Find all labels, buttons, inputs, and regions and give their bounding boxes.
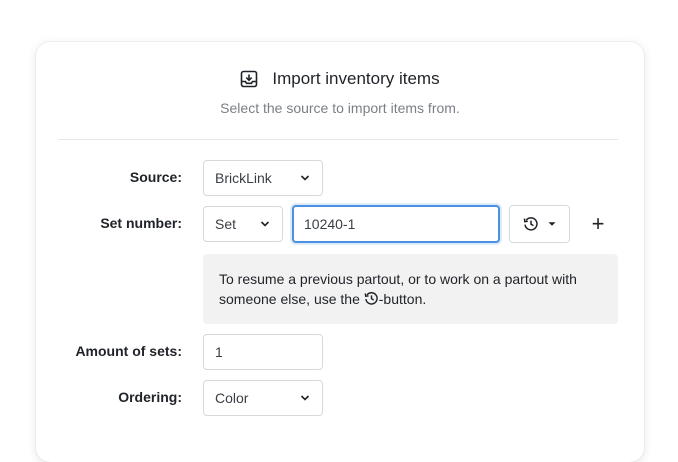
source-select[interactable]: BrickLink bbox=[203, 160, 323, 196]
ordering-select-value: Color bbox=[215, 390, 249, 406]
header-divider bbox=[58, 139, 618, 140]
import-dialog: Import inventory items Select the source… bbox=[36, 42, 644, 462]
set-number-label: Set number: bbox=[100, 215, 182, 231]
info-box: To resume a previous partout, or to work… bbox=[203, 254, 618, 324]
amount-of-sets-value: 1 bbox=[215, 344, 223, 360]
amount-of-sets-input[interactable]: 1 bbox=[203, 334, 323, 370]
chevron-down-icon bbox=[260, 221, 270, 227]
import-tray-icon bbox=[241, 70, 258, 88]
source-label: Source: bbox=[129, 169, 182, 185]
ordering-label: Ordering: bbox=[118, 389, 182, 405]
add-set-button[interactable]: + bbox=[586, 212, 610, 236]
ordering-select[interactable]: Color bbox=[203, 380, 323, 416]
set-type-select[interactable]: Set bbox=[203, 206, 283, 242]
set-number-value: 10240-1 bbox=[304, 216, 356, 232]
set-type-value: Set bbox=[215, 216, 237, 232]
amount-of-sets-label: Amount of sets: bbox=[75, 343, 182, 359]
history-icon bbox=[523, 217, 538, 231]
source-select-value: BrickLink bbox=[215, 170, 272, 186]
set-number-input[interactable]: 10240-1 bbox=[292, 205, 500, 243]
chevron-down-icon bbox=[548, 222, 555, 226]
dialog-header: Import inventory items Select the source… bbox=[36, 68, 644, 116]
chevron-down-icon bbox=[300, 175, 310, 181]
history-button[interactable] bbox=[509, 205, 570, 243]
chevron-down-icon bbox=[300, 395, 310, 401]
info-text-after: -button. bbox=[378, 291, 427, 307]
dialog-subtitle: Select the source to import items from. bbox=[220, 100, 460, 116]
title-row: Import inventory items bbox=[36, 68, 644, 90]
history-icon bbox=[364, 292, 378, 305]
dialog-title: Import inventory items bbox=[272, 69, 440, 88]
